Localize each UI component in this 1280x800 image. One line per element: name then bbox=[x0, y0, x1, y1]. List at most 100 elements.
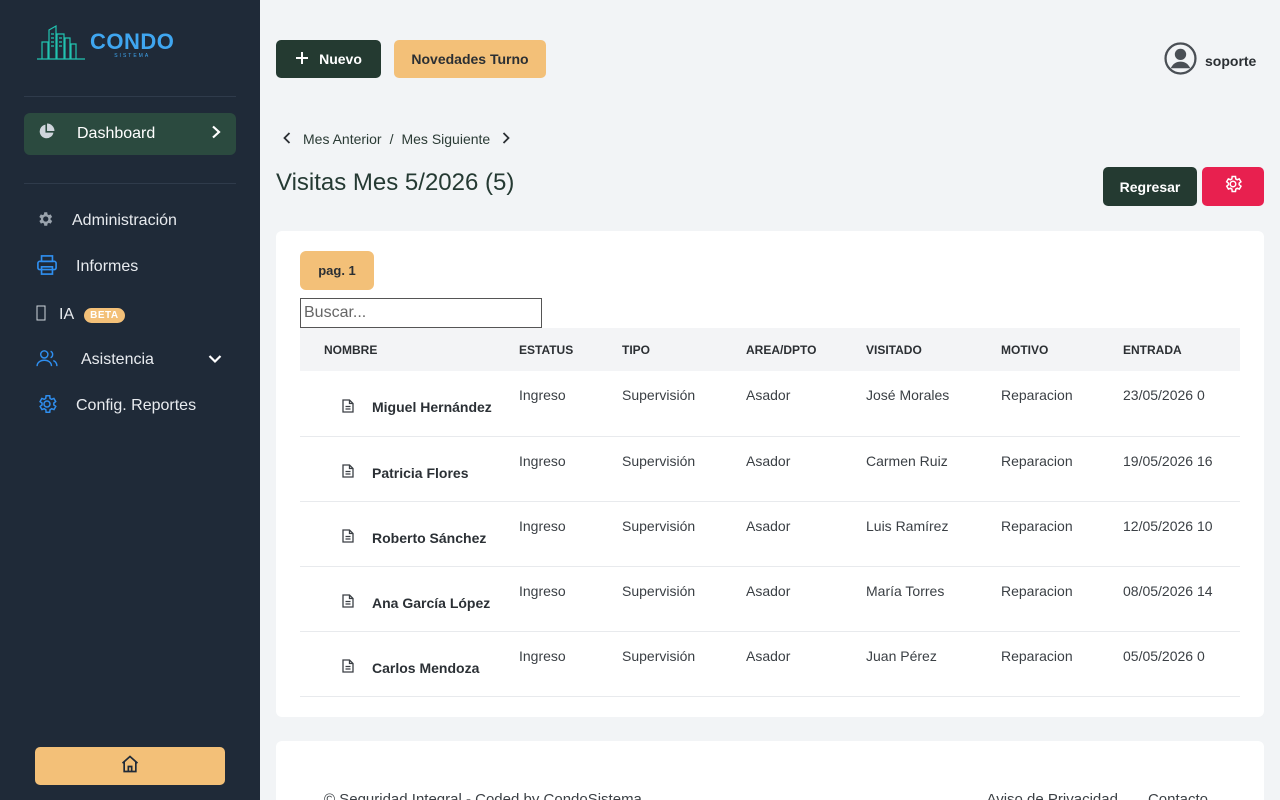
page-button[interactable]: pag. 1 bbox=[300, 251, 374, 290]
sidebar-item-administracion[interactable]: Administración bbox=[36, 208, 177, 234]
users-icon bbox=[36, 349, 81, 372]
printer-icon bbox=[36, 254, 76, 280]
chevron-down-icon bbox=[208, 351, 222, 369]
table-row[interactable]: Roberto Sánchez Ingreso Supervisión Asador L… bbox=[300, 501, 1240, 566]
table-cell: Asador bbox=[746, 517, 791, 534]
chevron-left-icon[interactable] bbox=[283, 131, 291, 147]
sidebar-item-informes[interactable]: Informes bbox=[36, 254, 138, 280]
table-cell: 12/05/2026 10 bbox=[1123, 517, 1213, 534]
sidebar-item-label: Informes bbox=[76, 258, 139, 275]
table-cell: Asador bbox=[746, 387, 791, 403]
breadcrumb: Mes Anterior / Mes Siguiente bbox=[283, 131, 510, 147]
plus-icon bbox=[295, 51, 309, 68]
new-button[interactable]: Nuevo bbox=[276, 40, 381, 78]
table-cell: Supervisión bbox=[622, 582, 696, 599]
table-row[interactable]: Ana García López Ingreso Supervisión Asador… bbox=[300, 566, 1240, 631]
document-icon[interactable] bbox=[342, 594, 354, 611]
privacy-link[interactable]: Aviso de Privacidad bbox=[986, 791, 1117, 800]
visitor-name: Carlos Mendoza bbox=[372, 659, 480, 676]
table-row[interactable]: Miguel Hernández Ingreso Supervisión Asador… bbox=[300, 371, 1240, 436]
brand-sub: SISTEMA bbox=[114, 53, 151, 59]
visitor-name-cell: Carlos Mendoza bbox=[300, 631, 519, 696]
sidebar-item-ia[interactable]: IA BETA bbox=[36, 302, 125, 328]
document-icon[interactable] bbox=[342, 399, 354, 416]
user-menu[interactable]: soporte bbox=[1164, 42, 1256, 80]
prev-month-link[interactable]: Mes Anterior bbox=[303, 131, 382, 147]
pie-chart-icon bbox=[38, 123, 55, 145]
footer: © Seguridad Integral - Coded by CondoSis… bbox=[276, 741, 1264, 800]
chevron-right-icon[interactable] bbox=[502, 131, 510, 147]
visitor-name: Miguel Hernández bbox=[372, 399, 492, 416]
document-icon[interactable] bbox=[342, 464, 354, 481]
table-cell: Reparacion bbox=[1001, 517, 1073, 534]
sidebar-item-config-reportes[interactable]: Config. Reportes bbox=[36, 393, 196, 419]
sidebar: CONDO SISTEMA Dashboard Administración I… bbox=[0, 0, 260, 800]
visitor-name-cell: Miguel Hernández bbox=[300, 371, 519, 436]
visits-table-container[interactable]: NOMBRE ESTATUS TIPO AREA/DPTO VISITADO M… bbox=[300, 328, 1240, 697]
novedades-button-label: Novedades Turno bbox=[411, 51, 529, 67]
search-input[interactable] bbox=[300, 298, 542, 328]
novedades-turno-button[interactable]: Novedades Turno bbox=[394, 40, 546, 78]
brand-logo[interactable]: CONDO SISTEMA bbox=[36, 24, 174, 65]
column-header[interactable]: ENTRADA bbox=[1123, 328, 1240, 371]
visitor-name-link[interactable]: Miguel Hernández bbox=[300, 399, 519, 416]
visits-card: pag. 1 NOMBRE ESTATUS TIPO AREA/DPTO VIS… bbox=[276, 231, 1264, 717]
column-header[interactable]: ESTATUS bbox=[519, 328, 622, 371]
gear-icon bbox=[1223, 174, 1243, 199]
table-cell: Supervisión bbox=[622, 387, 696, 403]
sidebar-item-label: IA bbox=[59, 306, 75, 323]
back-button[interactable]: Regresar bbox=[1103, 167, 1197, 206]
table-cell: Asador bbox=[746, 452, 791, 469]
table-cell: Ingreso bbox=[519, 517, 566, 534]
table-cell: Ingreso bbox=[519, 582, 566, 599]
table-cell: Luis Ramírez bbox=[866, 517, 949, 534]
user-name: soporte bbox=[1205, 53, 1257, 69]
contact-link[interactable]: Contacto bbox=[1148, 791, 1208, 800]
table-row[interactable]: Patricia Flores Ingreso Supervisión Asador C… bbox=[300, 436, 1240, 501]
back-button-label: Regresar bbox=[1119, 178, 1181, 195]
home-button[interactable] bbox=[35, 747, 225, 785]
sidebar-item-dashboard[interactable]: Dashboard bbox=[24, 113, 236, 155]
footer-copyright: © Seguridad Integral - Coded by CondoSis… bbox=[324, 791, 642, 800]
document-icon[interactable] bbox=[342, 529, 354, 546]
table-cell: Supervisión bbox=[622, 452, 696, 469]
settings-button[interactable] bbox=[1202, 167, 1264, 206]
visitor-name: Patricia Flores bbox=[372, 464, 469, 481]
table-cell: Juan Pérez bbox=[866, 647, 937, 664]
beta-badge: BETA bbox=[84, 307, 125, 323]
sidebar-item-asistencia[interactable]: Asistencia bbox=[36, 347, 222, 373]
column-header[interactable]: AREA/DPTO bbox=[746, 328, 866, 371]
divider bbox=[24, 183, 236, 184]
column-header[interactable]: NOMBRE bbox=[300, 328, 519, 371]
visitor-name-link[interactable]: Carlos Mendoza bbox=[300, 659, 519, 676]
document-icon[interactable] bbox=[342, 659, 354, 676]
buildings-icon bbox=[36, 24, 86, 65]
user-avatar-icon bbox=[1164, 42, 1197, 80]
next-month-link[interactable]: Mes Siguiente bbox=[401, 131, 490, 147]
column-header[interactable]: VISITADO bbox=[866, 328, 1001, 371]
visitor-name: Ana García López bbox=[372, 594, 491, 611]
column-header[interactable]: TIPO bbox=[622, 328, 746, 371]
home-icon bbox=[120, 754, 140, 779]
visitor-name-link[interactable]: Patricia Flores bbox=[300, 464, 519, 481]
table-cell: Asador bbox=[746, 582, 791, 599]
visitor-name: Roberto Sánchez bbox=[372, 529, 487, 546]
table-cell: Ingreso bbox=[519, 387, 566, 403]
table-cell: Reparacion bbox=[1001, 452, 1073, 469]
table-cell: Carmen Ruiz bbox=[866, 452, 948, 469]
table-cell: Reparacion bbox=[1001, 647, 1073, 664]
sidebar-item-label: Config. Reportes bbox=[76, 397, 197, 414]
visitor-name-link[interactable]: Roberto Sánchez bbox=[300, 529, 519, 546]
column-header[interactable]: MOTIVO bbox=[1001, 328, 1123, 371]
table-row[interactable]: Carlos Mendoza Ingreso Supervisión Asador Ju… bbox=[300, 631, 1240, 696]
sidebar-item-label: Administración bbox=[72, 212, 177, 229]
missing-glyph-icon bbox=[36, 305, 59, 326]
visitor-name-link[interactable]: Ana García López bbox=[300, 594, 519, 611]
table-cell: Ingreso bbox=[519, 647, 566, 664]
table-header-row: NOMBRE ESTATUS TIPO AREA/DPTO VISITADO M… bbox=[300, 328, 1240, 371]
table-cell: Supervisión bbox=[622, 647, 696, 664]
table-cell: 19/05/2026 16 bbox=[1123, 452, 1213, 469]
table-cell: 05/05/2026 0 bbox=[1123, 647, 1205, 664]
table-cell: 08/05/2026 14 bbox=[1123, 582, 1213, 599]
visitor-name-cell: Ana García López bbox=[300, 566, 519, 631]
